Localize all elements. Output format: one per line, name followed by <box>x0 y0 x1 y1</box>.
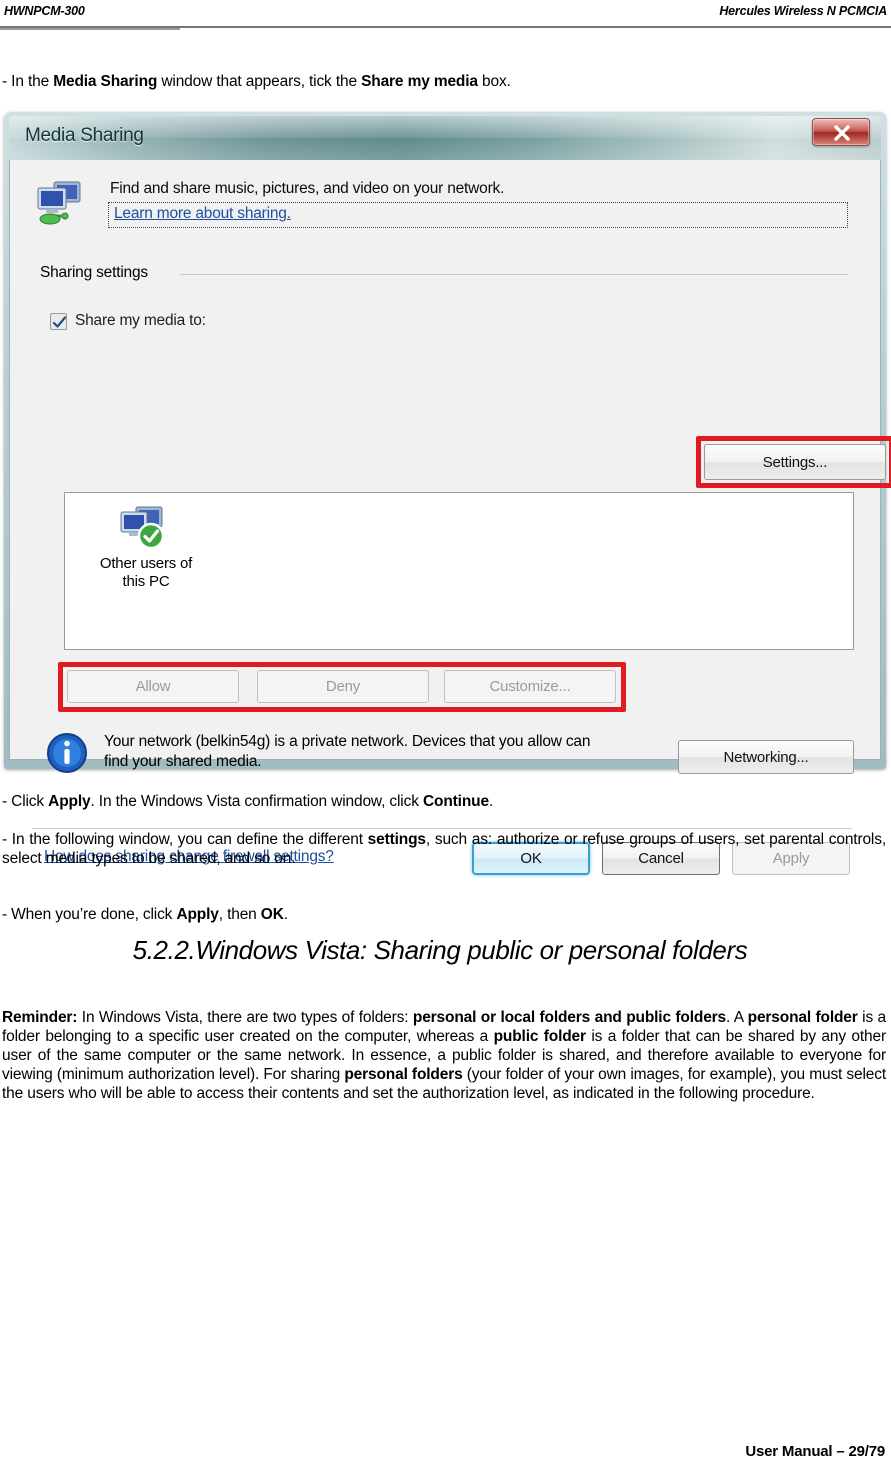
step-1-prefix: - In the <box>2 73 54 90</box>
reminder-text-2: . A <box>726 1009 748 1026</box>
list-item-label-line1: Other users of <box>99 555 193 572</box>
deny-button[interactable]: Deny <box>257 670 429 703</box>
page-footer: User Manual – 29/79 <box>745 1443 885 1460</box>
step-4-middle: , then <box>218 906 261 923</box>
header-rule-secondary <box>0 28 180 30</box>
reminder-bold-2: personal folder <box>747 1009 858 1026</box>
close-icon[interactable] <box>812 118 870 146</box>
reminder-bold-3: public folder <box>493 1028 586 1045</box>
allow-button[interactable]: Allow <box>67 670 239 703</box>
dialog-body: Find and share music, pictures, and vide… <box>9 160 891 875</box>
step-1-text: - In the Media Sharing window that appea… <box>2 72 882 91</box>
share-my-media-row[interactable]: Share my media to: <box>50 312 206 330</box>
media-sharing-icon <box>34 178 90 234</box>
step-1-middle: window that appears, tick the <box>157 73 362 90</box>
step-3-bold-settings: settings <box>367 831 426 848</box>
step-2-prefix: - Click <box>2 793 49 810</box>
step-4-suffix: . <box>283 906 288 923</box>
reminder-label: Reminder: <box>2 1009 78 1026</box>
step-1-bold-share-my-media: Share my media <box>361 73 478 90</box>
dialog-title: Media Sharing <box>25 125 144 146</box>
reminder-bold-4: personal folders <box>344 1066 463 1083</box>
header-left-title: HWNPCM-300 <box>4 4 85 18</box>
sharing-settings-legend: Sharing settings <box>40 264 148 281</box>
learn-more-link[interactable]: Learn more about sharing. <box>114 205 291 223</box>
step-2-text: - Click Apply. In the Windows Vista conf… <box>2 792 882 811</box>
step-2-middle: . In the Windows Vista confirmation wind… <box>90 793 423 810</box>
step-2-bold-apply: Apply <box>48 793 91 810</box>
step-2-bold-continue: Continue <box>422 793 489 810</box>
list-item-label-line2: this PC <box>122 573 170 590</box>
reminder-paragraph: Reminder: In Windows Vista, there are tw… <box>2 1008 886 1103</box>
step-4-bold-ok: OK <box>260 906 284 923</box>
step-3-prefix: - In the following window, you can defin… <box>2 831 368 848</box>
step-1-bold-media-sharing: Media Sharing <box>53 73 158 90</box>
dialog-titlebar: Media Sharing <box>9 116 881 160</box>
shared-devices-list[interactable]: Other users of this PC <box>64 492 854 650</box>
step-3-text: - In the following window, you can defin… <box>2 830 886 868</box>
reminder-bold-1: personal or local folders and public fol… <box>412 1009 727 1026</box>
header-right-title: Hercules Wireless N PCMCIA <box>719 4 887 18</box>
dialog-intro-text: Find and share music, pictures, and vide… <box>110 180 505 197</box>
customize-button[interactable]: Customize... <box>444 670 616 703</box>
step-4-prefix: - When you’re done, click <box>2 906 177 923</box>
network-info-text: Your network (belkin54g) is a private ne… <box>104 732 664 772</box>
network-info-line-1: Your network (belkin54g) is a private ne… <box>104 733 591 750</box>
page-header: HWNPCM-300 Hercules Wireless N PCMCIA <box>0 0 891 32</box>
network-info-line-2: find your shared media. <box>104 753 262 770</box>
share-my-media-label: Share my media to: <box>75 312 206 329</box>
settings-button[interactable]: Settings... <box>704 444 886 480</box>
step-1-suffix: box. <box>477 73 511 90</box>
step-4-text: - When you’re done, click Apply, then OK… <box>2 905 882 924</box>
media-sharing-dialog: Media Sharing Find and share music, pict… <box>4 112 891 875</box>
checkbox-icon[interactable] <box>50 312 67 330</box>
section-heading: 5.2.2.Windows Vista: Sharing public or p… <box>132 935 748 965</box>
step-4-bold-apply: Apply <box>176 906 219 923</box>
list-item[interactable]: Other users of this PC <box>91 505 201 591</box>
reminder-text-1: In Windows Vista, there are two types of… <box>77 1009 413 1026</box>
networking-button[interactable]: Networking... <box>678 740 854 774</box>
other-users-pc-icon <box>118 505 174 553</box>
dialog-footer-divider <box>32 828 852 829</box>
step-2-suffix: . <box>488 793 494 810</box>
group-box-divider <box>180 274 848 275</box>
info-icon <box>46 732 88 774</box>
